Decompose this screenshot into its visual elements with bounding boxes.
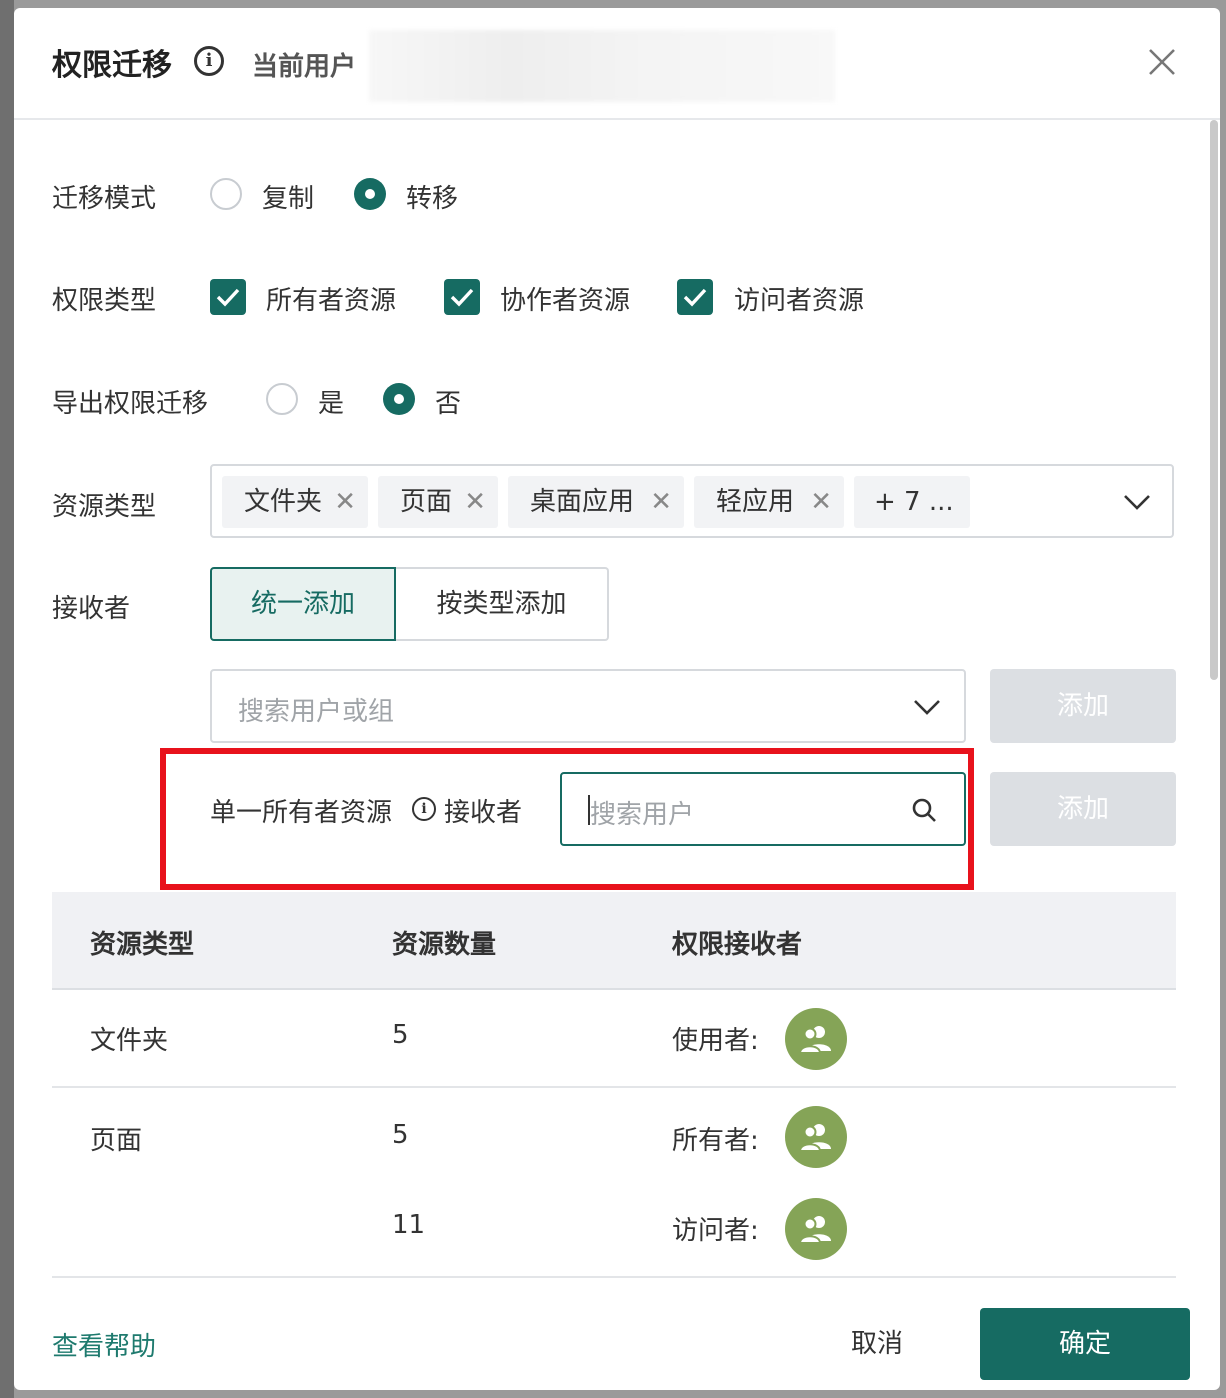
info-icon[interactable]: i	[194, 46, 224, 76]
tab-unified-add[interactable]: 统一添加	[210, 567, 396, 641]
view-help-link[interactable]: 查看帮助	[52, 1326, 156, 1363]
user-or-group-search-placeholder: 搜索用户或组	[238, 697, 395, 727]
confirm-button[interactable]: 确定	[980, 1308, 1190, 1380]
table-cell-count: 5	[392, 1120, 409, 1150]
radio-transfer[interactable]	[354, 178, 386, 210]
tab-add-by-type[interactable]: 按类型添加	[396, 567, 609, 641]
single-owner-resources-label: 单一所有者资源	[210, 798, 393, 828]
export-migration-label: 导出权限迁移	[52, 389, 209, 419]
radio-export-yes[interactable]	[266, 383, 298, 415]
table-cell-receiver-role: 使用者:	[672, 1026, 759, 1056]
chevron-down-icon[interactable]	[1122, 492, 1152, 512]
current-user-value-redacted	[369, 30, 835, 102]
permission-type-label: 权限类型	[52, 286, 157, 316]
tag-light-app: 轻应用 ✕	[694, 476, 844, 528]
avatar[interactable]	[785, 1008, 847, 1070]
user-group-icon	[799, 1124, 831, 1152]
checkbox-visitor-resources-label[interactable]: 访问者资源	[734, 280, 864, 317]
add-receiver-button[interactable]: 添加	[990, 669, 1176, 743]
avatar[interactable]	[785, 1198, 847, 1260]
user-group-icon	[799, 1216, 831, 1244]
tag-more-count[interactable]: + 7 ...	[854, 476, 970, 528]
user-or-group-search[interactable]: 搜索用户或组	[210, 669, 966, 743]
table-cell-receiver-role: 访问者:	[672, 1216, 759, 1246]
radio-export-yes-label[interactable]: 是	[318, 383, 344, 420]
close-icon	[1149, 49, 1175, 75]
user-group-icon	[799, 1026, 831, 1054]
radio-export-no-label[interactable]: 否	[435, 383, 461, 420]
remove-tag-icon[interactable]: ✕	[464, 476, 486, 528]
background-overlay	[0, 0, 14, 1398]
tag-light-app-label: 轻应用	[716, 487, 795, 517]
info-icon[interactable]: i	[412, 797, 436, 821]
dialog-title: 权限迁移	[52, 48, 172, 83]
scrollbar[interactable]	[1210, 120, 1218, 680]
table-header: 资源类型 资源数量 权限接收者	[52, 892, 1176, 990]
column-header-resource-count: 资源数量	[392, 930, 497, 960]
migration-mode-label: 迁移模式	[52, 184, 157, 214]
tag-desktop-app-label: 桌面应用	[530, 487, 635, 517]
table-cell-receiver-role: 所有者:	[672, 1126, 759, 1156]
single-owner-user-search-input[interactable]: 搜索用户	[560, 772, 966, 846]
tag-page-label: 页面	[400, 487, 453, 517]
tag-folder: 文件夹 ✕	[222, 476, 368, 528]
chevron-down-icon[interactable]	[912, 697, 942, 717]
row-divider	[52, 1086, 1176, 1088]
table-cell-count: 11	[392, 1210, 426, 1240]
single-owner-receiver-label: 接收者	[444, 798, 523, 828]
cancel-button[interactable]: 取消	[822, 1308, 932, 1380]
checkbox-collaborator-resources-label[interactable]: 协作者资源	[500, 280, 630, 317]
remove-tag-icon[interactable]: ✕	[810, 476, 832, 528]
resource-type-label: 资源类型	[52, 492, 157, 522]
row-divider	[52, 1276, 1176, 1278]
avatar[interactable]	[785, 1106, 847, 1168]
search-icon[interactable]	[910, 796, 938, 824]
permission-migration-dialog: 权限迁移 i 当前用户 迁移模式 复制 转移 权限类型 所有者资源 协作者资源 …	[14, 8, 1220, 1390]
remove-tag-icon[interactable]: ✕	[334, 476, 356, 528]
tag-page: 页面 ✕	[378, 476, 498, 528]
close-button[interactable]	[1144, 44, 1180, 80]
check-icon	[450, 288, 474, 307]
radio-export-no[interactable]	[383, 383, 415, 415]
check-icon	[683, 288, 707, 307]
checkbox-owner-resources[interactable]	[210, 279, 246, 315]
table-cell-type: 页面	[90, 1126, 143, 1156]
radio-transfer-label[interactable]: 转移	[406, 178, 458, 215]
column-header-permission-receiver: 权限接收者	[672, 930, 803, 960]
column-header-resource-type: 资源类型	[90, 930, 195, 960]
tag-desktop-app: 桌面应用 ✕	[508, 476, 684, 528]
dialog-header: 权限迁移 i 当前用户	[14, 8, 1220, 120]
table-cell-type: 文件夹	[90, 1026, 169, 1056]
add-single-owner-receiver-button[interactable]: 添加	[990, 772, 1176, 846]
table-cell-count: 5	[392, 1020, 409, 1050]
tag-folder-label: 文件夹	[244, 487, 323, 517]
resource-type-select[interactable]: 文件夹 ✕ 页面 ✕ 桌面应用 ✕ 轻应用 ✕ + 7 ...	[210, 464, 1174, 538]
radio-copy[interactable]	[210, 178, 242, 210]
radio-copy-label[interactable]: 复制	[262, 178, 314, 215]
remove-tag-icon[interactable]: ✕	[650, 476, 672, 528]
checkbox-collaborator-resources[interactable]	[444, 279, 480, 315]
check-icon	[216, 288, 240, 307]
current-user-label: 当前用户	[252, 52, 357, 82]
receiver-label: 接收者	[52, 594, 131, 624]
user-search-placeholder: 搜索用户	[590, 800, 695, 830]
checkbox-owner-resources-label[interactable]: 所有者资源	[266, 280, 396, 317]
checkbox-visitor-resources[interactable]	[677, 279, 713, 315]
